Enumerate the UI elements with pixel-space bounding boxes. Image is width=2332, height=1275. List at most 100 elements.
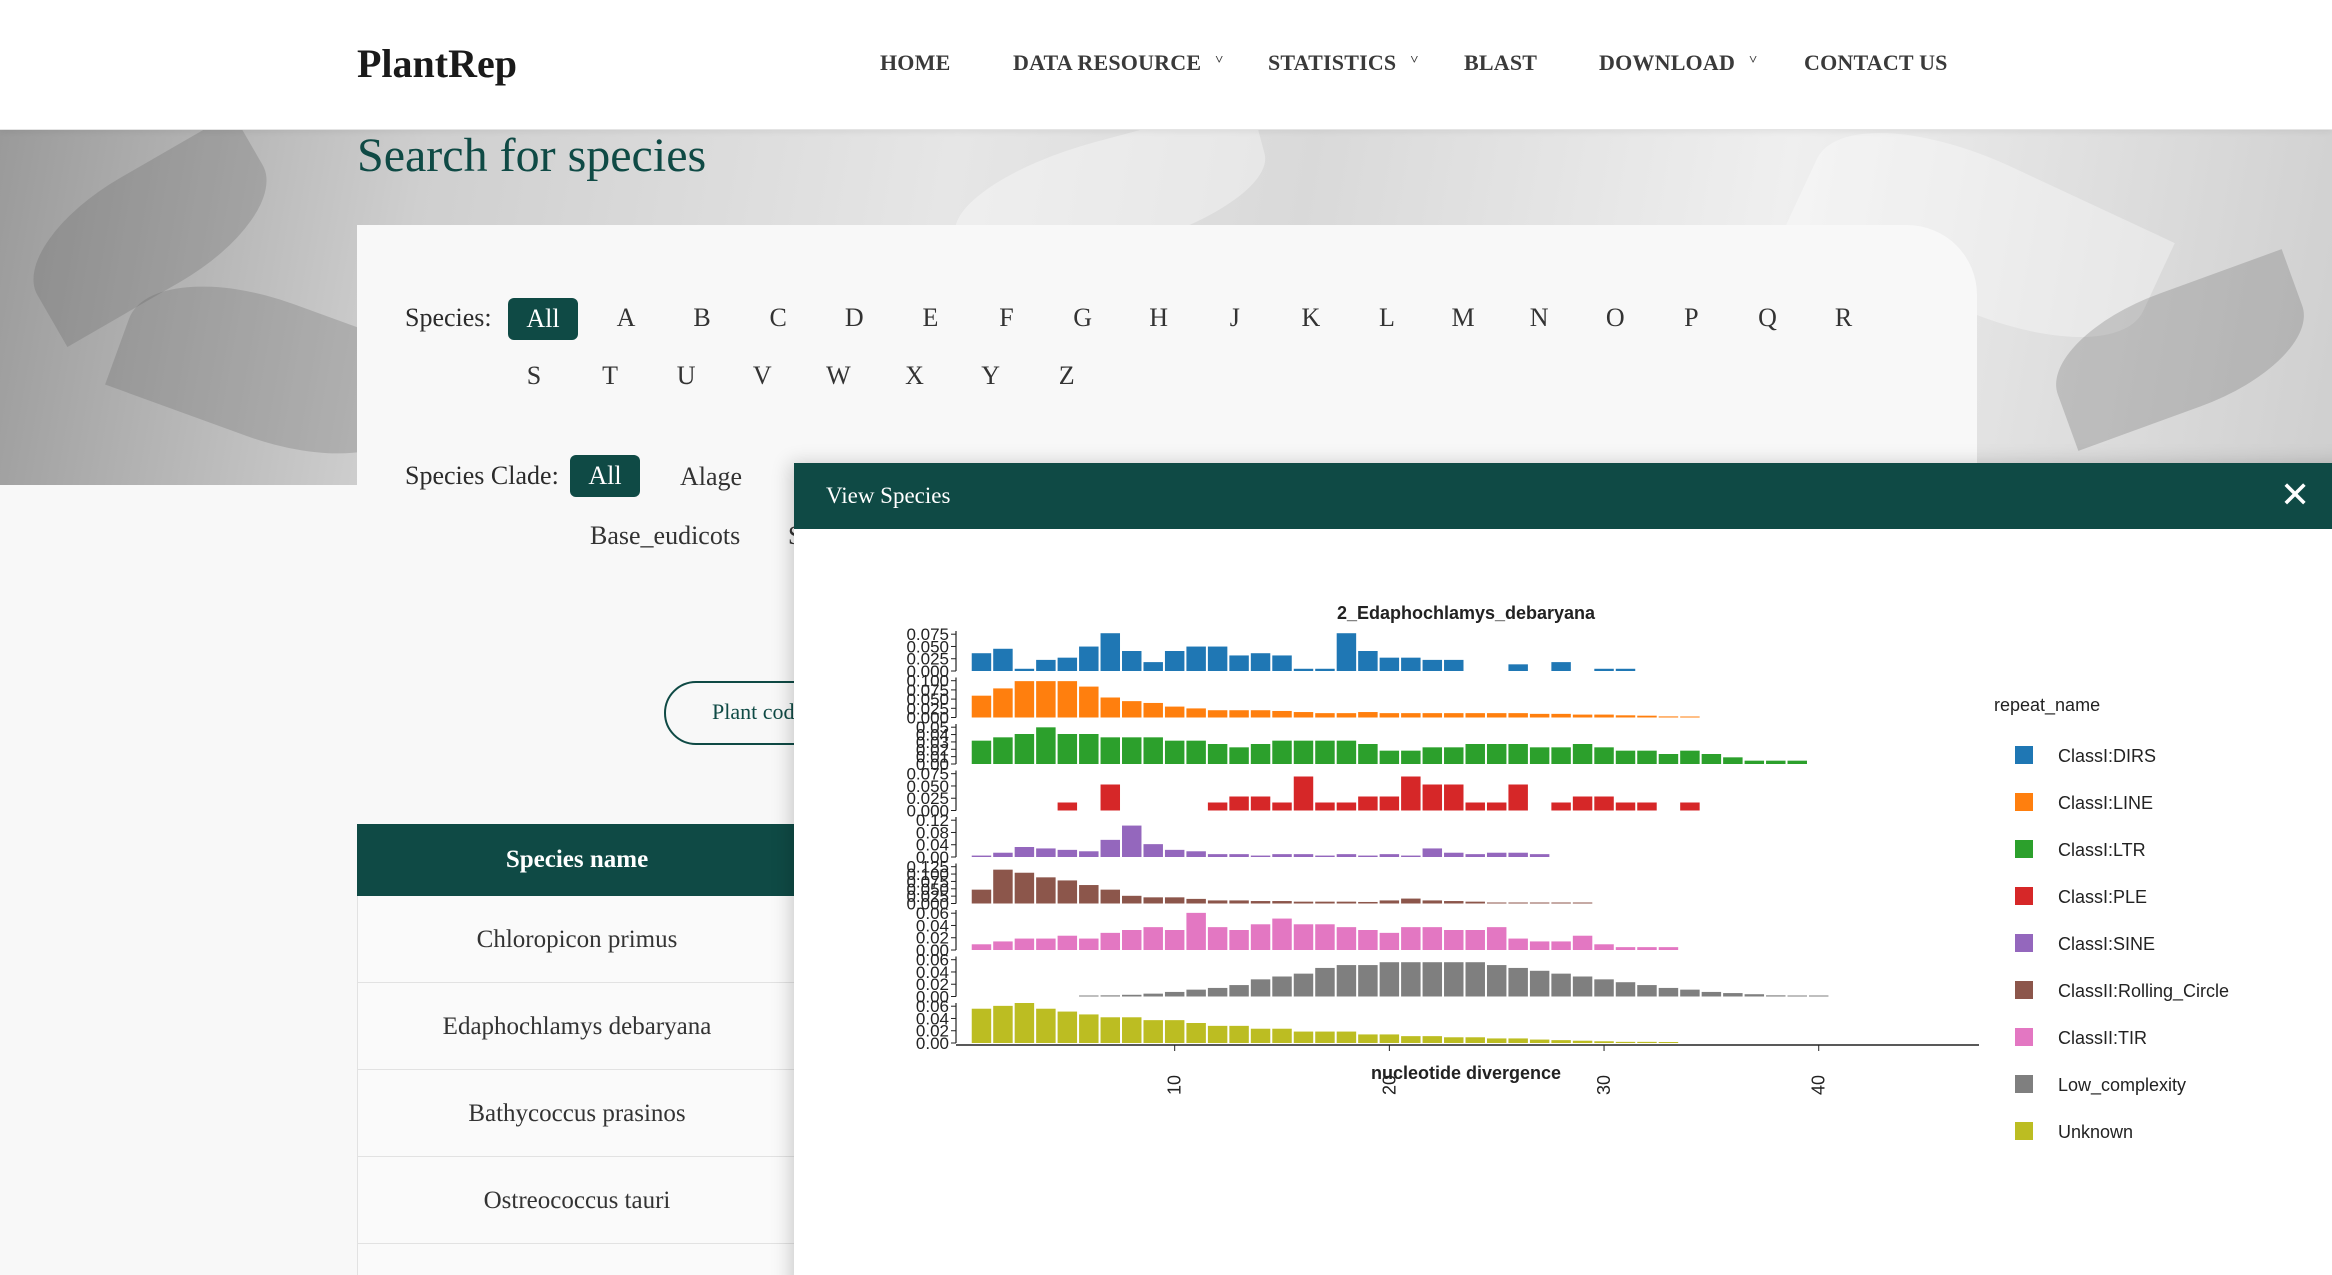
- bar-classi-ltr: [1014, 734, 1035, 764]
- bar-unknown: [1143, 1020, 1163, 1043]
- bar-classi-sine: [1207, 854, 1228, 857]
- bar-classi-sine: [1122, 825, 1142, 857]
- bar-classii-tir: [1379, 932, 1400, 950]
- bar-unknown: [1572, 1040, 1593, 1043]
- species-letter-t[interactable]: T: [575, 361, 645, 391]
- bar-low-complexity: [1164, 991, 1185, 997]
- species-letter-s[interactable]: S: [499, 361, 569, 391]
- nav-item-download[interactable]: DOWNLOAD ˅: [1599, 50, 1757, 76]
- bar-unknown: [1358, 1034, 1378, 1043]
- species-letter-l[interactable]: L: [1352, 303, 1422, 333]
- bar-classi-line: [1229, 710, 1249, 718]
- species-letter-m[interactable]: M: [1428, 303, 1498, 333]
- bar-low-complexity: [1701, 991, 1722, 997]
- nav-item-home[interactable]: HOME: [880, 50, 950, 76]
- bar-classi-line: [1079, 686, 1099, 718]
- bar-classi-line: [1680, 716, 1700, 718]
- bar-classi-sine: [1057, 849, 1078, 857]
- bar-unknown: [993, 1005, 1013, 1043]
- bar-classii-tir: [1529, 941, 1550, 950]
- species-letter-a[interactable]: A: [591, 303, 661, 333]
- bar-classi-ltr: [1315, 740, 1335, 764]
- brand-logo[interactable]: PlantRep: [357, 40, 517, 87]
- bar-classi-dirs: [1164, 651, 1185, 671]
- bar-classi-line: [1014, 681, 1035, 718]
- bar-classi-dirs: [1057, 657, 1078, 671]
- species-filter-all[interactable]: All: [508, 298, 578, 340]
- bar-classii-tir: [1444, 930, 1464, 950]
- bar-classi-line: [1036, 681, 1056, 718]
- bar-classii-rolling-circle: [1422, 900, 1443, 904]
- clade-filter-all[interactable]: All: [570, 455, 640, 497]
- bar-classii-rolling-circle: [1315, 901, 1335, 904]
- table-row[interactable]: Chloropicon primus: [357, 896, 797, 983]
- bar-classi-line: [1207, 710, 1228, 718]
- bar-unknown: [1401, 1036, 1421, 1043]
- species-letter-y[interactable]: Y: [956, 361, 1026, 391]
- species-letter-e[interactable]: E: [895, 303, 965, 333]
- species-letter-n[interactable]: N: [1504, 303, 1574, 333]
- bar-classi-dirs: [1551, 662, 1571, 671]
- bar-low-complexity: [1422, 962, 1443, 997]
- bar-unknown: [1336, 1031, 1357, 1043]
- bar-classi-ltr: [1401, 750, 1421, 764]
- bar-classii-tir: [1186, 912, 1206, 950]
- bar-classii-tir: [1207, 927, 1228, 950]
- bar-classi-sine: [1164, 849, 1185, 857]
- bar-classi-ltr: [1529, 747, 1550, 764]
- bar-classi-line: [1637, 715, 1657, 718]
- bar-classi-sine: [993, 852, 1013, 857]
- nav-item-contact-us[interactable]: CONTACT US: [1804, 50, 1948, 76]
- bar-classi-line: [971, 695, 992, 718]
- bar-classii-rolling-circle: [1293, 901, 1314, 904]
- nav-item-blast[interactable]: BLAST: [1464, 50, 1537, 76]
- table-row[interactable]: Edaphochlamys debaryana: [357, 983, 797, 1070]
- legend-item-label: ClassII:TIR: [2058, 1028, 2147, 1048]
- bar-classi-ple: [1680, 802, 1700, 811]
- table-header-species-name[interactable]: Species name: [357, 824, 797, 896]
- species-letter-p[interactable]: P: [1656, 303, 1726, 333]
- bar-classi-sine: [1036, 848, 1056, 857]
- bar-classi-sine: [1444, 852, 1464, 857]
- species-letter-c[interactable]: C: [743, 303, 813, 333]
- species-letter-b[interactable]: B: [667, 303, 737, 333]
- bar-classi-ltr: [1122, 737, 1142, 764]
- species-letter-x[interactable]: X: [880, 361, 950, 391]
- nav-item-data-resource[interactable]: DATA RESOURCE ˅: [1013, 50, 1223, 76]
- species-letter-o[interactable]: O: [1580, 303, 1650, 333]
- table-row[interactable]: Ostreococcus tauri: [357, 1157, 797, 1244]
- clade-option-alage[interactable]: Alage: [680, 462, 742, 492]
- species-letter-z[interactable]: Z: [1032, 361, 1102, 391]
- bar-classii-rolling-circle: [1250, 901, 1271, 904]
- bar-classi-dirs: [1358, 651, 1378, 671]
- legend-swatch: [2015, 934, 2033, 952]
- species-letter-w[interactable]: W: [803, 361, 873, 391]
- table-row[interactable]: [357, 1244, 797, 1275]
- species-letter-g[interactable]: G: [1048, 303, 1118, 333]
- bar-classi-ltr: [1036, 727, 1056, 764]
- species-letter-f[interactable]: F: [972, 303, 1042, 333]
- nav-item-statistics[interactable]: STATISTICS ˅: [1268, 50, 1419, 76]
- bar-unknown: [1079, 1014, 1099, 1043]
- bar-classi-dirs: [1379, 657, 1400, 671]
- species-letter-v[interactable]: V: [727, 361, 797, 391]
- bar-classi-ple: [1572, 796, 1593, 811]
- close-icon[interactable]: ✕: [2280, 475, 2310, 516]
- bar-classii-rolling-circle: [1186, 898, 1206, 904]
- bar-classii-tir: [1336, 927, 1357, 950]
- bar-unknown: [1014, 1003, 1035, 1043]
- bar-classi-line: [1293, 712, 1314, 718]
- clade-option-base-eudicots[interactable]: Base_eudicots: [590, 521, 740, 551]
- view-species-modal: View Species ✕ 2_Edaphochlamys_debaryana…: [794, 463, 2332, 1275]
- species-letter-d[interactable]: D: [819, 303, 889, 333]
- bar-classii-rolling-circle: [1164, 897, 1185, 904]
- bar-classi-ltr: [1787, 760, 1807, 764]
- species-letter-h[interactable]: H: [1124, 303, 1194, 333]
- species-letter-q[interactable]: Q: [1733, 303, 1803, 333]
- species-letter-r[interactable]: R: [1809, 303, 1879, 333]
- table-row[interactable]: Bathycoccus prasinos: [357, 1070, 797, 1157]
- bar-classi-ltr: [1744, 760, 1765, 764]
- species-letter-k[interactable]: K: [1276, 303, 1346, 333]
- species-letter-u[interactable]: U: [651, 361, 721, 391]
- species-letter-j[interactable]: J: [1200, 303, 1270, 333]
